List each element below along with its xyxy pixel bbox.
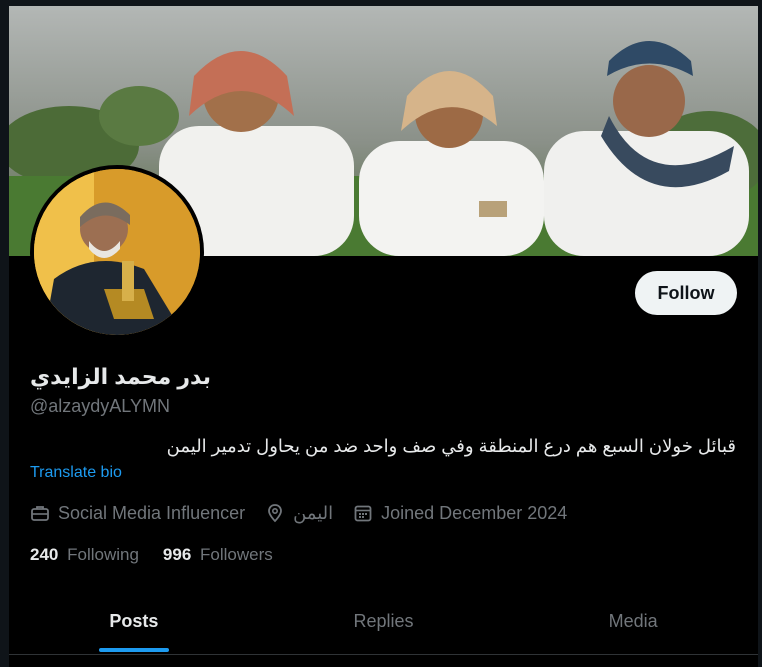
location-pin-icon	[268, 504, 283, 523]
profile-page: Follow بدر محمد الزايدي @alzaydyALYMN قب…	[0, 0, 762, 667]
profile-avatar[interactable]	[30, 165, 204, 339]
briefcase-icon	[31, 506, 49, 521]
tab-posts-label: Posts	[109, 610, 159, 631]
right-edge	[758, 0, 762, 667]
username-handle: @alzaydyALYMN	[30, 396, 170, 416]
calendar-icon	[354, 505, 372, 522]
category-label: Social Media Influencer	[58, 502, 246, 523]
tabs-divider	[9, 654, 758, 655]
followers-count: 996	[162, 545, 192, 564]
tab-replies[interactable]: Replies	[259, 596, 509, 654]
following-label: Following	[67, 545, 139, 564]
display-name: بدر محمد الزايدي	[30, 364, 211, 389]
category-item: Social Media Influencer	[30, 503, 245, 524]
left-edge	[0, 0, 9, 667]
follow-button[interactable]: Follow	[635, 271, 737, 315]
joined-label: Joined December 2024	[381, 502, 568, 523]
tab-media[interactable]: Media	[508, 596, 758, 654]
avatar-image	[34, 169, 200, 335]
following-count: 240	[30, 545, 59, 564]
followers-link[interactable]: 996 Followers	[163, 545, 273, 565]
following-link[interactable]: 240 Following	[30, 545, 139, 565]
tab-media-label: Media	[608, 610, 658, 631]
location-label: اليمن	[293, 502, 334, 523]
translate-bio-link[interactable]: Translate bio	[30, 464, 122, 482]
joined-item: Joined December 2024	[353, 503, 567, 524]
profile-meta: Social Media Influencer اليمن Joined Dec…	[30, 500, 587, 526]
location-item: اليمن	[265, 503, 333, 524]
profile-bio: قبائل خولان السبع هم درع المنطقة وفي صف …	[166, 436, 736, 456]
follow-stats: 240 Following 996 Followers	[30, 542, 297, 568]
followers-label: Followers	[200, 545, 273, 564]
profile-tabs: Posts Replies Media	[9, 596, 758, 654]
tab-replies-label: Replies	[353, 610, 414, 631]
tab-posts[interactable]: Posts	[9, 596, 259, 654]
active-tab-indicator	[98, 648, 169, 652]
